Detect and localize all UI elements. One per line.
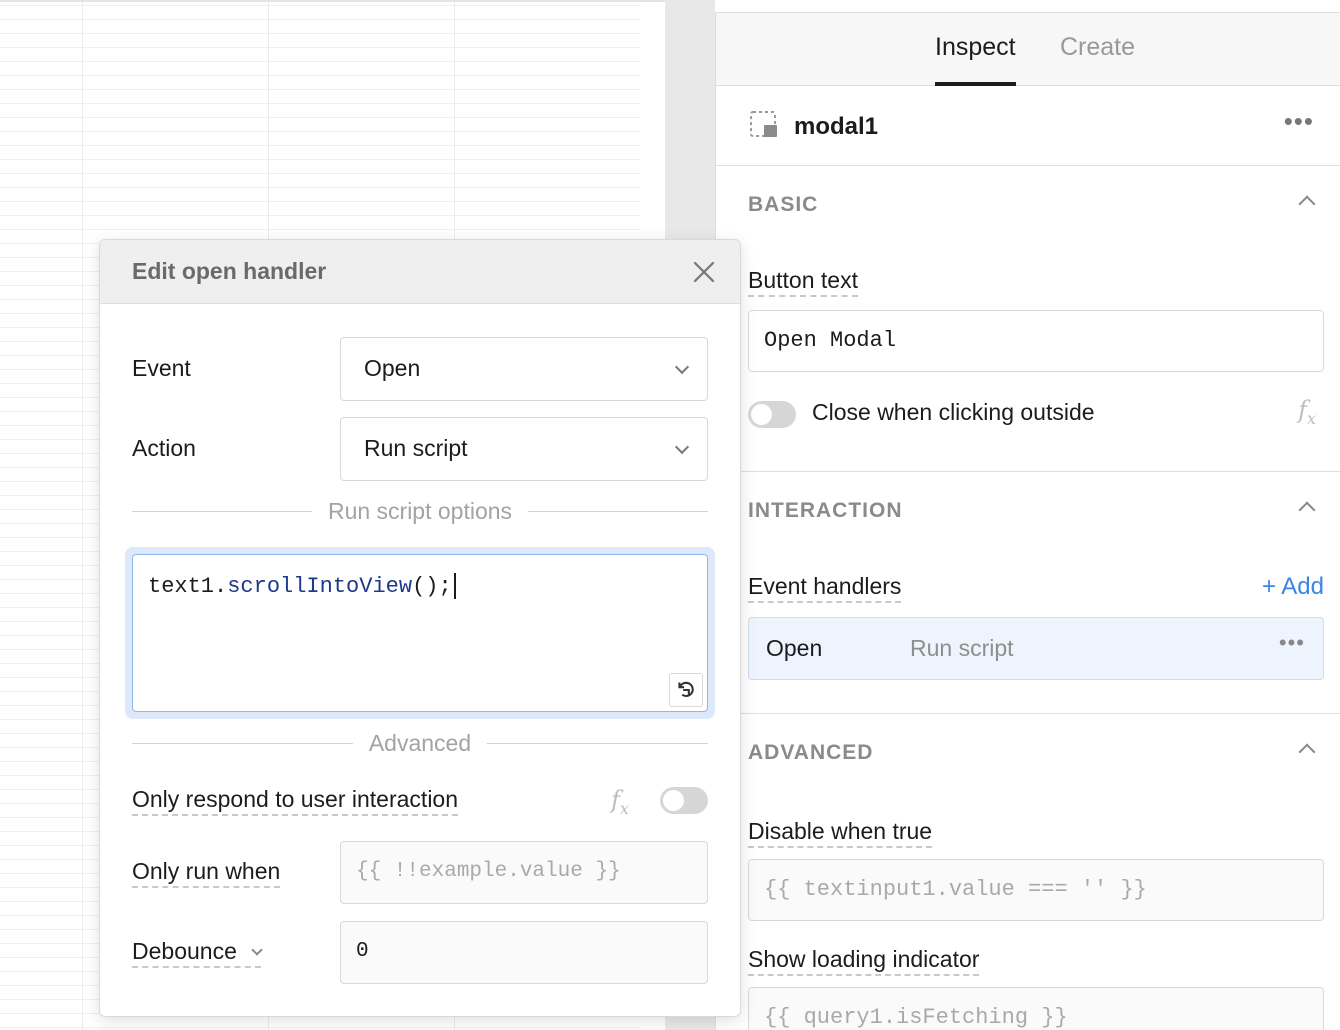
handler-event: Open [766,635,823,661]
chevron-down-icon [674,359,690,375]
code-object: text1 [148,573,215,599]
event-handler-row[interactable]: Open Run script ••• [748,617,1324,680]
disable-when-input[interactable]: {{ textinput1.value === '' }} [748,859,1324,921]
event-label: Event [132,355,191,381]
action-select-value: Run script [364,435,468,461]
run-script-divider: Run script options [132,498,708,525]
fx-icon[interactable]: fx [1298,396,1316,428]
event-select-value: Open [364,355,421,381]
debounce-input[interactable]: 0 [340,921,708,984]
advanced-divider-label: Advanced [352,730,488,757]
only-user-interaction-label: Only respond to user interaction [132,786,459,816]
event-select[interactable]: Open [340,337,708,401]
tab-create[interactable]: Create [1060,33,1135,62]
button-text-label: Button text [748,267,858,297]
debounce-label-text: Debounce [132,938,237,964]
chevron-down-icon [251,944,263,956]
handler-action: Run script [910,635,1014,661]
debounce-label[interactable]: Debounce [132,938,263,968]
edit-handler-modal: Edit open handler Event Open Action Run … [99,239,741,1017]
advanced-divider: Advanced [132,730,708,757]
fx-icon[interactable]: fx [611,786,629,818]
code-dot: . [214,573,228,599]
component-name: modal1 [794,113,879,140]
action-label: Action [132,435,196,461]
section-title-interaction: INTERACTION [748,499,903,522]
handler-more-icon[interactable]: ••• [1279,630,1305,656]
modal-header: Edit open handler [100,240,740,304]
section-title-basic: BASIC [748,193,819,216]
tab-inspect[interactable]: Inspect [935,33,1016,86]
close-outside-toggle[interactable] [748,401,796,428]
chevron-down-icon [674,439,690,455]
text-caret [453,573,456,599]
loading-indicator-input[interactable]: {{ query1.isFetching }} [748,987,1324,1030]
section-title-advanced: ADVANCED [748,741,874,764]
inspector-panel: Inspect Create modal1 ••• BASIC Button t… [715,12,1340,1030]
add-handler-button[interactable]: + Add [1262,573,1324,601]
action-select[interactable]: Run script [340,417,708,481]
chevron-up-icon[interactable] [1298,501,1316,519]
disable-when-label: Disable when true [748,818,933,848]
section-interaction: INTERACTION Event handlers + Add Open Ru… [716,472,1340,714]
loading-indicator-label: Show loading indicator [748,946,980,976]
only-run-when-label: Only run when [132,858,281,888]
only-user-interaction-toggle[interactable] [660,787,708,814]
close-icon[interactable] [692,260,716,284]
only-run-when-input[interactable]: {{ !!example.value }} [340,841,708,904]
code-editor[interactable]: text1.scrollIntoView(); [132,554,708,712]
component-header: modal1 ••• [716,86,1340,166]
button-text-input[interactable]: Open Modal [748,310,1324,372]
chevron-up-icon[interactable] [1298,195,1316,213]
panel-tabs: Inspect Create [716,13,1340,86]
modal-title: Edit open handler [132,258,327,284]
section-basic: BASIC Button text Open Modal Close when … [716,166,1340,472]
chevron-up-icon[interactable] [1298,743,1316,761]
code-rest: (); [412,573,452,599]
code-editor-focus-ring: text1.scrollIntoView(); [125,547,715,719]
code-method: scrollIntoView [227,573,413,599]
expand-editor-icon[interactable] [669,673,703,707]
event-handlers-label: Event handlers [748,573,902,603]
more-icon[interactable]: ••• [1284,106,1314,137]
modal-icon [750,111,777,137]
close-outside-label: Close when clicking outside [812,399,1095,425]
run-script-divider-label: Run script options [311,498,529,525]
section-advanced: ADVANCED Disable when true {{ textinput1… [716,714,1340,1030]
